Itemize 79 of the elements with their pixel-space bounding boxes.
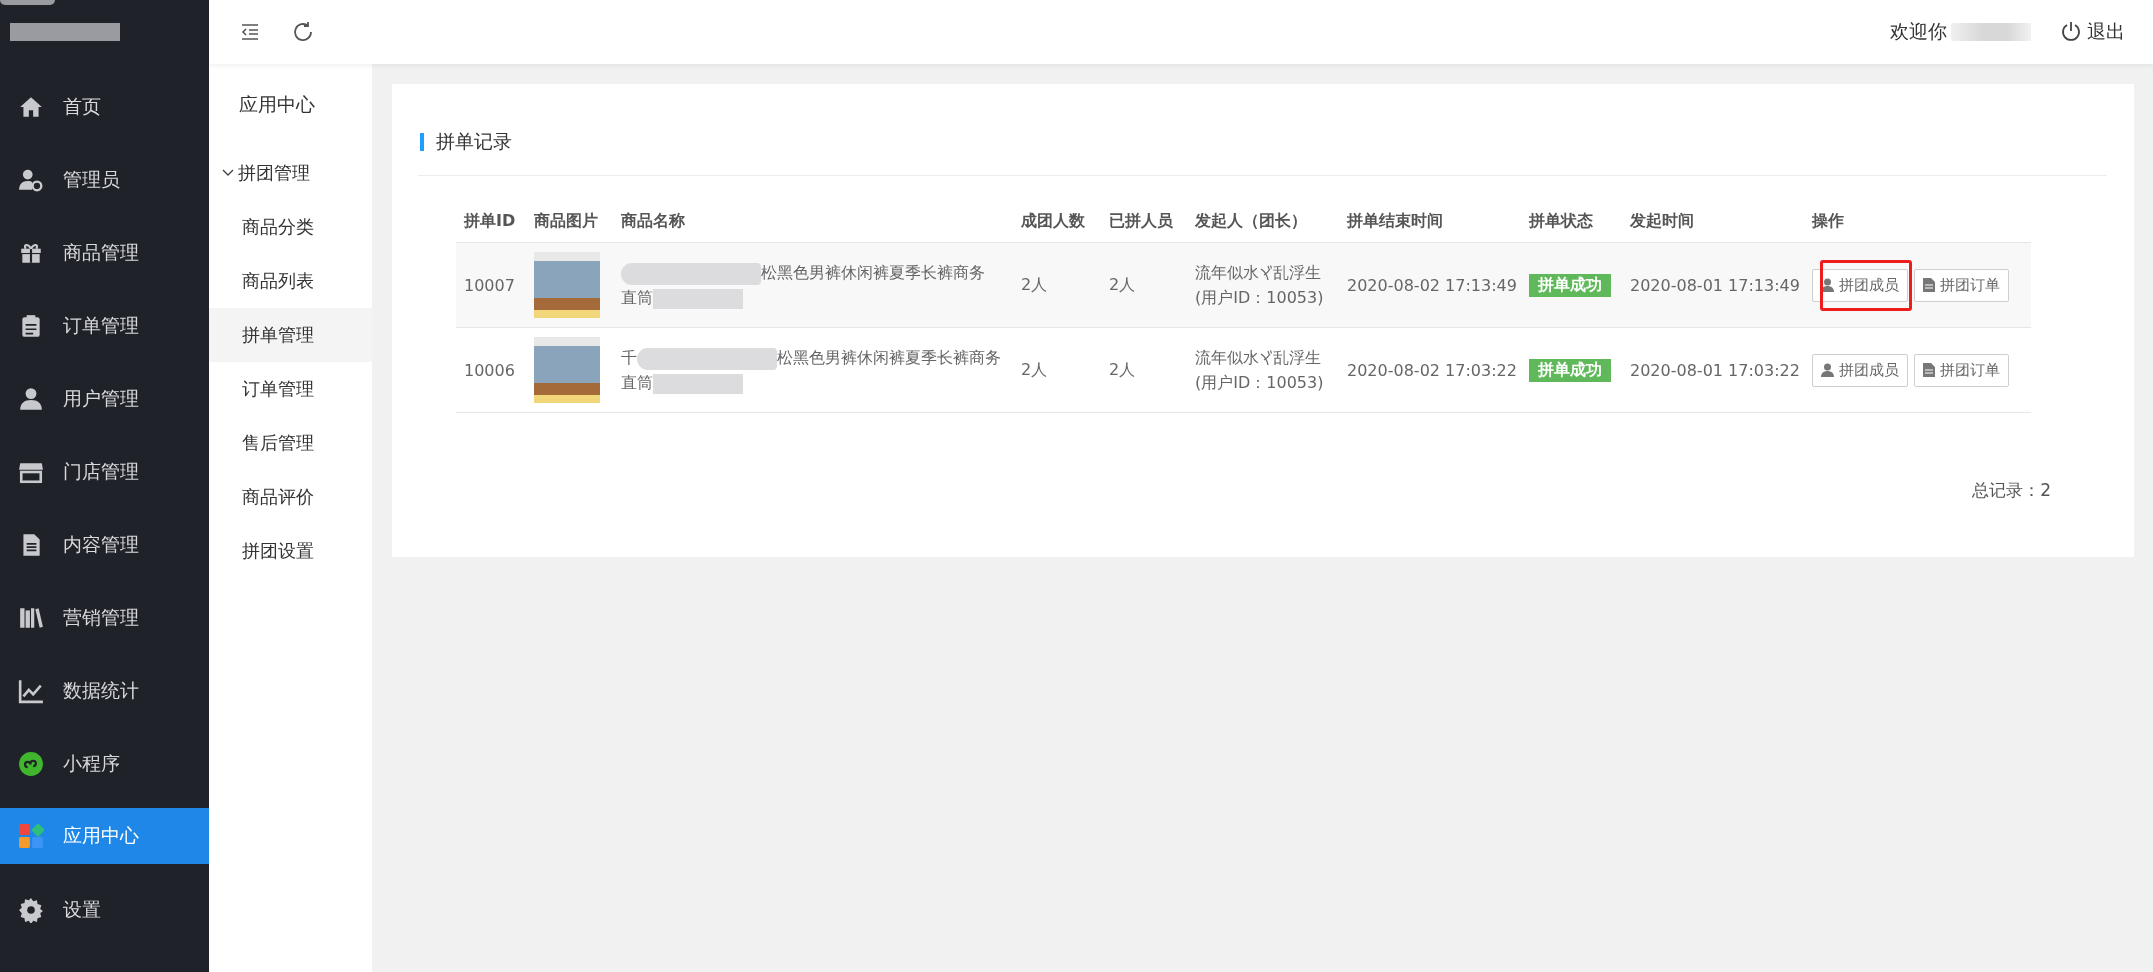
user-icon: [1821, 363, 1834, 377]
app-grid-icon: [18, 823, 44, 849]
status-tag: 拼单成功: [1529, 273, 1611, 297]
sidebar-item[interactable]: 营销管理: [0, 581, 209, 654]
settings-icon: [18, 896, 44, 923]
kana-mark-icon: [1259, 263, 1273, 282]
sidebar-item[interactable]: 小程序: [0, 727, 209, 800]
sidebar-item[interactable]: 数据统计: [0, 654, 209, 727]
table-cell-text: 2020-08-02 17:13:49: [1346, 275, 1518, 295]
sidebar-item[interactable]: 设置: [0, 873, 209, 946]
initiator-name: 流年似水: [1195, 347, 1259, 369]
card-title: 拼单记录: [436, 129, 512, 154]
submenu-item[interactable]: 商品评价: [209, 470, 372, 524]
product-name: 千: [621, 348, 637, 367]
table-cell-text: 2人: [1020, 274, 1049, 296]
photo-placeholder: [534, 337, 600, 403]
sidebar-item[interactable]: 门店管理: [0, 435, 209, 508]
column-header: 成团人数: [1020, 210, 1086, 232]
initiator-id: (用户ID：10053): [1195, 372, 1325, 394]
table-cell-text: 2人: [1020, 359, 1049, 381]
submenu-title: 应用中心: [238, 92, 316, 117]
sidebar-item[interactable]: 商品管理: [0, 216, 209, 289]
submenu-group[interactable]: 拼团管理: [209, 146, 372, 200]
sidebar-item[interactable]: 应用中心: [0, 808, 209, 864]
initiator-name: 流年似水: [1195, 262, 1259, 284]
status-tag: 拼单成功: [1529, 358, 1611, 382]
table-cell-text: 2020-08-02 17:03:22: [1346, 360, 1518, 380]
submenu-item[interactable]: 拼团设置: [209, 524, 372, 578]
link-circle-icon: [18, 750, 44, 777]
initiator-name: 乱浮生: [1273, 347, 1321, 369]
column-header: 发起人（团长）: [1194, 210, 1308, 232]
column-header: 已拼人员: [1108, 210, 1174, 232]
table-cell-text: 10007: [463, 275, 516, 295]
sidebar-item[interactable]: 用户管理: [0, 362, 209, 435]
photo-placeholder: [534, 252, 600, 318]
action-button[interactable]: 拼团成员: [1812, 268, 1908, 302]
submenu-item[interactable]: 售后管理: [209, 416, 372, 470]
product-name: 松黑色男裤休闲裤夏季长裤商务: [761, 263, 985, 282]
sidebar-item[interactable]: 首页: [0, 70, 209, 143]
initiator-id: (用户ID：10053): [1195, 287, 1325, 309]
sidebar-item[interactable]: 管理员: [0, 143, 209, 216]
kana-mark-icon: [1259, 348, 1273, 367]
total-records: 总记录：2: [1972, 479, 2051, 502]
column-header: 商品名称: [620, 210, 686, 232]
table-cell-text: 2人: [1108, 359, 1137, 381]
table-cell-text: 2020-08-01 17:03:22: [1629, 360, 1801, 380]
column-header: 操作: [1810, 210, 1845, 232]
initiator-name: 乱浮生: [1273, 262, 1321, 284]
line-chart-icon: [18, 677, 44, 704]
product-name: 直筒: [621, 373, 653, 392]
submenu-item[interactable]: 订单管理: [209, 362, 372, 416]
submenu-item[interactable]: 拼单管理: [209, 308, 372, 362]
column-header: 拼单ID: [463, 210, 517, 232]
logo-fragment: [0, 0, 55, 5]
logout-link[interactable]: 退出: [2059, 19, 2125, 45]
welcome-text: 欢迎你: [1890, 19, 1947, 44]
table-cell-text: 2020-08-01 17:13:49: [1629, 275, 1801, 295]
user-icon: [1821, 278, 1834, 292]
title-accent-bar: [420, 133, 424, 151]
action-button[interactable]: 拼团订单: [1914, 268, 2009, 302]
sidebar-item[interactable]: 内容管理: [0, 508, 209, 581]
action-button[interactable]: 拼团成员: [1812, 353, 1908, 387]
sidebar-item[interactable]: 订单管理: [0, 289, 209, 362]
submenu-item[interactable]: 商品分类: [209, 200, 372, 254]
product-name: 松黑色男裤休闲裤夏季长裤商务: [777, 348, 1001, 367]
table-cell-text: 2人: [1108, 274, 1137, 296]
power-icon: [2059, 20, 2083, 44]
column-header: 商品图片: [533, 210, 599, 232]
document-icon: [1923, 363, 1935, 377]
column-header: 拼单状态: [1528, 210, 1594, 232]
user-icon: [18, 385, 44, 412]
submenu-item[interactable]: 商品列表: [209, 254, 372, 308]
document-icon: [1923, 278, 1935, 292]
product-name: 直筒: [621, 288, 653, 307]
column-header: 拼单结束时间: [1346, 210, 1444, 232]
refresh-icon[interactable]: [291, 20, 315, 44]
action-button[interactable]: 拼团订单: [1914, 353, 2009, 387]
column-header: 发起时间: [1629, 210, 1695, 232]
table-cell-text: 10006: [463, 360, 516, 380]
